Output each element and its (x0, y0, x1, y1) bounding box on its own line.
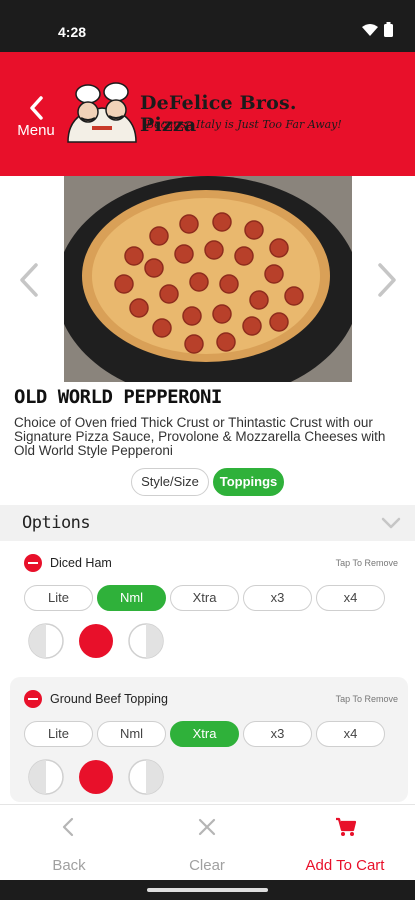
topping-name: Ground Beef Topping (50, 692, 168, 706)
left-half-icon[interactable] (28, 759, 64, 795)
amount-normal[interactable]: Nml (97, 721, 166, 747)
amount-extra[interactable]: Xtra (170, 721, 239, 747)
system-icons (362, 22, 393, 37)
right-half-icon[interactable] (128, 623, 164, 659)
pizza-illustration (64, 176, 352, 382)
chevron-left-icon (30, 96, 43, 120)
topping-card: Diced Ham Tap To Remove Lite Nml Xtra x3… (10, 541, 408, 671)
clear-label: Clear (189, 857, 225, 874)
chefs-logo-icon (67, 82, 137, 143)
tap-to-remove-hint[interactable]: Tap To Remove (336, 558, 398, 568)
amount-normal[interactable]: Nml (97, 585, 166, 611)
amount-quadruple[interactable]: x4 (316, 721, 385, 747)
tab-toppings[interactable]: Toppings (213, 468, 284, 496)
amount-quadruple[interactable]: x4 (316, 585, 385, 611)
left-half-icon[interactable] (28, 623, 64, 659)
amount-lite[interactable]: Lite (24, 585, 93, 611)
system-nav-bar (0, 880, 415, 900)
brand-tagline: Because Italy is Just Too Far Away! (146, 118, 342, 131)
chevron-left-icon (62, 817, 74, 837)
menu-button[interactable]: Menu (14, 96, 58, 146)
topping-card: Ground Beef Topping Tap To Remove Lite N… (10, 677, 408, 802)
chevron-down-icon (381, 517, 401, 529)
whole-pizza-icon[interactable] (78, 759, 114, 795)
clear-button[interactable]: Clear (138, 805, 276, 881)
product-title: OLD WORLD PEPPERONI (14, 386, 222, 408)
chevron-left-icon (20, 263, 38, 297)
app-header: Menu DeFelice Bros. Pizza Because Italy … (0, 52, 415, 176)
next-image-button[interactable] (376, 262, 400, 298)
remove-topping-icon[interactable] (24, 690, 42, 708)
amount-triple[interactable]: x3 (243, 585, 312, 611)
whole-pizza-icon[interactable] (78, 623, 114, 659)
tab-style-size[interactable]: Style/Size (131, 468, 209, 496)
right-half-icon[interactable] (128, 759, 164, 795)
amount-triple[interactable]: x3 (243, 721, 312, 747)
options-title: Options (22, 513, 91, 533)
portion-selector (28, 759, 164, 795)
bottom-action-bar: Back Clear Add To Cart (0, 804, 415, 880)
portion-selector (28, 623, 164, 659)
product-image (64, 176, 352, 382)
tap-to-remove-hint[interactable]: Tap To Remove (336, 694, 398, 704)
close-icon (198, 818, 216, 836)
options-header[interactable]: Options (0, 505, 415, 541)
amount-selector: Lite Nml Xtra x3 x4 (24, 721, 385, 747)
topping-name: Diced Ham (50, 556, 112, 570)
amount-lite[interactable]: Lite (24, 721, 93, 747)
battery-icon (384, 22, 393, 37)
back-button[interactable]: Back (0, 805, 138, 881)
status-time: 4:28 (58, 24, 87, 40)
menu-label: Menu (17, 122, 55, 139)
chevron-right-icon (378, 263, 396, 297)
wifi-icon (362, 23, 378, 36)
product-description: Choice of Oven fried Thick Crust or Thin… (14, 415, 386, 458)
cart-icon (336, 817, 357, 836)
add-to-cart-label: Add To Cart (305, 857, 385, 874)
amount-extra[interactable]: Xtra (170, 585, 239, 611)
remove-topping-icon[interactable] (24, 554, 42, 572)
prev-image-button[interactable] (16, 262, 40, 298)
status-bar: 4:28 (0, 0, 415, 52)
amount-selector: Lite Nml Xtra x3 x4 (24, 585, 385, 611)
back-label: Back (52, 857, 86, 874)
home-handle[interactable] (147, 888, 268, 892)
add-to-cart-button[interactable]: Add To Cart (276, 805, 414, 881)
brand-logo: DeFelice Bros. Pizza Because Italy is Ju… (64, 82, 354, 144)
